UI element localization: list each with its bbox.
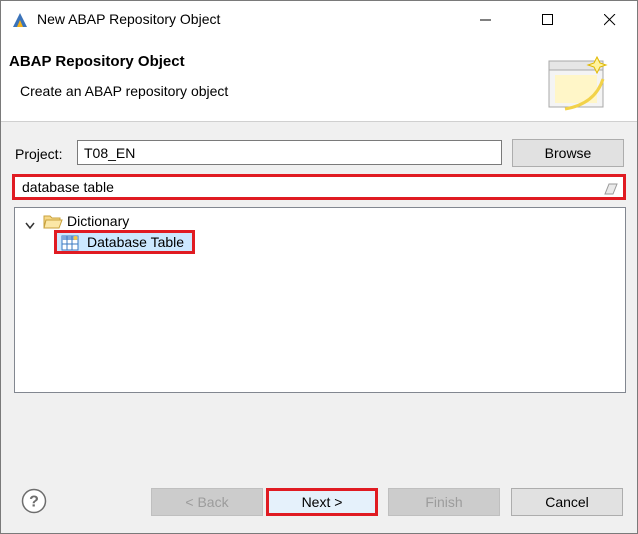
title-bar[interactable]: New ABAP Repository Object <box>1 1 637 39</box>
database-table-icon <box>61 235 79 254</box>
project-label: Project: <box>15 146 63 162</box>
maximize-button[interactable] <box>525 1 571 39</box>
minimize-button[interactable] <box>463 1 509 39</box>
object-type-tree[interactable]: Dictionary Database Table <box>14 207 626 393</box>
chevron-down-icon[interactable] <box>25 217 35 233</box>
project-field[interactable]: T08_EN <box>77 140 502 165</box>
tree-folder-label: Dictionary <box>67 213 130 229</box>
wizard-description: Create an ABAP repository object <box>20 83 229 99</box>
window-title: New ABAP Repository Object <box>37 11 221 27</box>
clear-icon[interactable] <box>604 182 618 195</box>
close-button[interactable] <box>587 1 633 39</box>
wizard-title: ABAP Repository Object <box>9 53 185 70</box>
back-button[interactable]: < Back <box>151 488 263 516</box>
cancel-button[interactable]: Cancel <box>511 488 623 516</box>
search-input-text: database table <box>22 179 114 195</box>
browse-button[interactable]: Browse <box>512 139 624 167</box>
abap-app-icon <box>11 11 29 29</box>
help-icon[interactable]: ? <box>21 488 47 514</box>
new-wizard-icon <box>545 49 611 115</box>
svg-text:?: ? <box>29 494 39 511</box>
search-input[interactable]: database table <box>12 174 626 200</box>
finish-button[interactable]: Finish <box>388 488 500 516</box>
dialog-window: New ABAP Repository Object ABAP Reposito… <box>0 0 638 534</box>
tree-item-database-table[interactable]: Database Table <box>54 230 195 254</box>
wizard-header: ABAP Repository Object Create an ABAP re… <box>1 39 637 122</box>
next-button[interactable]: Next > <box>266 488 378 516</box>
tree-item-label: Database Table <box>87 234 185 250</box>
